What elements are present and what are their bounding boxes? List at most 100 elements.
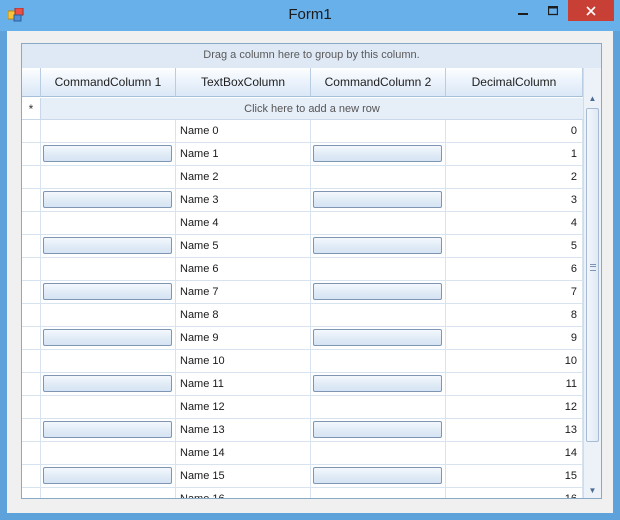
decimal-column-cell[interactable]: 14 <box>446 442 583 465</box>
row-indicator-cell[interactable] <box>22 143 41 166</box>
decimal-column-cell[interactable]: 16 <box>446 488 583 498</box>
textbox-column-cell[interactable]: Name 14 <box>176 442 311 465</box>
textbox-column-cell[interactable]: Name 1 <box>176 143 311 166</box>
textbox-column-cell[interactable]: Name 0 <box>176 120 311 143</box>
textbox-column-cell[interactable]: Name 4 <box>176 212 311 235</box>
column-header-commandcolumn-1[interactable]: CommandColumn 1 <box>41 68 176 97</box>
row-indicator-cell[interactable] <box>22 327 41 350</box>
close-button[interactable] <box>568 0 614 21</box>
command-column-1-button[interactable] <box>43 283 172 300</box>
decimal-column-cell[interactable]: 10 <box>446 350 583 373</box>
command-column-2-button[interactable] <box>313 375 442 392</box>
row-indicator-cell[interactable] <box>22 419 41 442</box>
decimal-column-cell[interactable]: 8 <box>446 304 583 327</box>
row-indicator-cell[interactable] <box>22 258 41 281</box>
table-row[interactable]: Name 5 5 <box>22 235 583 258</box>
row-indicator-cell[interactable] <box>22 212 41 235</box>
command-column-2-button[interactable] <box>313 421 442 438</box>
row-indicator-cell[interactable] <box>22 120 41 143</box>
table-row[interactable]: Name 6 6 <box>22 258 583 281</box>
table-row[interactable]: Name 13 13 <box>22 419 583 442</box>
decimal-column-cell[interactable]: 13 <box>446 419 583 442</box>
row-indicator-cell[interactable] <box>22 488 41 498</box>
command-column-1-button[interactable] <box>43 145 172 162</box>
table-row[interactable]: Name 11 11 <box>22 373 583 396</box>
row-indicator-cell[interactable] <box>22 281 41 304</box>
decimal-column-cell[interactable]: 9 <box>446 327 583 350</box>
maximize-button[interactable] <box>538 0 568 21</box>
command-column-1-button[interactable] <box>43 467 172 484</box>
scrollbar-thumb[interactable] <box>586 108 599 442</box>
row-indicator-cell[interactable] <box>22 465 41 488</box>
table-row[interactable]: Name 12 12 <box>22 396 583 419</box>
table-row[interactable]: Name 1 1 <box>22 143 583 166</box>
row-indicator-cell[interactable] <box>22 442 41 465</box>
decimal-column-cell[interactable]: 15 <box>446 465 583 488</box>
command-column-1-button[interactable] <box>43 375 172 392</box>
row-indicator-cell[interactable] <box>22 189 41 212</box>
table-row[interactable]: Name 14 14 <box>22 442 583 465</box>
command-column-2-button[interactable] <box>313 329 442 346</box>
table-row[interactable]: Name 7 7 <box>22 281 583 304</box>
table-row[interactable]: Name 2 2 <box>22 166 583 189</box>
row-indicator-cell[interactable] <box>22 304 41 327</box>
minimize-button[interactable] <box>508 0 538 21</box>
table-row[interactable]: Name 3 3 <box>22 189 583 212</box>
textbox-column-cell[interactable]: Name 16 <box>176 488 311 498</box>
table-row[interactable]: Name 9 9 <box>22 327 583 350</box>
table-row[interactable]: Name 15 15 <box>22 465 583 488</box>
decimal-column-cell[interactable]: 4 <box>446 212 583 235</box>
vertical-scrollbar[interactable]: ▲ ▼ <box>583 68 601 498</box>
decimal-column-cell[interactable]: 0 <box>446 120 583 143</box>
group-by-panel[interactable]: Drag a column here to group by this colu… <box>22 44 601 69</box>
decimal-column-cell[interactable]: 11 <box>446 373 583 396</box>
table-row[interactable]: Name 0 0 <box>22 120 583 143</box>
table-row[interactable]: Name 4 4 <box>22 212 583 235</box>
new-row[interactable]: * Click here to add a new row <box>22 98 583 120</box>
decimal-column-cell[interactable]: 3 <box>446 189 583 212</box>
decimal-column-cell[interactable]: 6 <box>446 258 583 281</box>
textbox-column-cell[interactable]: Name 5 <box>176 235 311 258</box>
decimal-column-cell[interactable]: 5 <box>446 235 583 258</box>
textbox-column-cell[interactable]: Name 12 <box>176 396 311 419</box>
table-row[interactable]: Name 16 16 <box>22 488 583 498</box>
decimal-column-cell[interactable]: 2 <box>446 166 583 189</box>
decimal-column-cell[interactable]: 1 <box>446 143 583 166</box>
command-column-1-button[interactable] <box>43 237 172 254</box>
column-header-commandcolumn-2[interactable]: CommandColumn 2 <box>311 68 446 97</box>
textbox-column-cell[interactable]: Name 10 <box>176 350 311 373</box>
textbox-column-cell[interactable]: Name 13 <box>176 419 311 442</box>
data-grid[interactable]: Drag a column here to group by this colu… <box>21 43 602 499</box>
command-column-2-button[interactable] <box>313 145 442 162</box>
command-column-2-button[interactable] <box>313 191 442 208</box>
scroll-down-arrow-icon[interactable]: ▼ <box>584 482 601 498</box>
command-column-1-button[interactable] <box>43 191 172 208</box>
add-new-row-prompt[interactable]: Click here to add a new row <box>41 98 583 120</box>
textbox-column-cell[interactable]: Name 6 <box>176 258 311 281</box>
command-column-2-button[interactable] <box>313 237 442 254</box>
row-indicator-cell[interactable] <box>22 350 41 373</box>
decimal-column-cell[interactable]: 7 <box>446 281 583 304</box>
textbox-column-cell[interactable]: Name 15 <box>176 465 311 488</box>
table-row[interactable]: Name 8 8 <box>22 304 583 327</box>
row-indicator-cell[interactable] <box>22 166 41 189</box>
command-column-2-button[interactable] <box>313 283 442 300</box>
title-bar[interactable]: Form1 <box>0 0 620 31</box>
row-indicator-cell[interactable] <box>22 396 41 419</box>
textbox-column-cell[interactable]: Name 2 <box>176 166 311 189</box>
table-row[interactable]: Name 10 10 <box>22 350 583 373</box>
row-indicator-cell[interactable] <box>22 235 41 258</box>
textbox-column-cell[interactable]: Name 3 <box>176 189 311 212</box>
textbox-column-cell[interactable]: Name 7 <box>176 281 311 304</box>
command-column-1-button[interactable] <box>43 329 172 346</box>
scroll-up-arrow-icon[interactable]: ▲ <box>584 90 601 106</box>
textbox-column-cell[interactable]: Name 11 <box>176 373 311 396</box>
command-column-2-button[interactable] <box>313 467 442 484</box>
textbox-column-cell[interactable]: Name 9 <box>176 327 311 350</box>
column-header-textboxcolumn[interactable]: TextBoxColumn <box>176 68 311 97</box>
textbox-column-cell[interactable]: Name 8 <box>176 304 311 327</box>
column-header-decimalcolumn[interactable]: DecimalColumn <box>446 68 583 97</box>
decimal-column-cell[interactable]: 12 <box>446 396 583 419</box>
row-indicator-cell[interactable] <box>22 373 41 396</box>
command-column-1-button[interactable] <box>43 421 172 438</box>
